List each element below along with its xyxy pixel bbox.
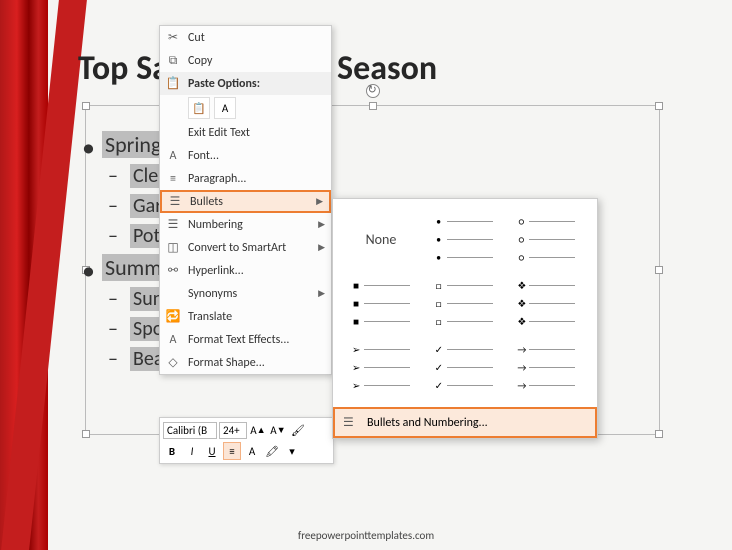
resize-handle[interactable]	[655, 102, 663, 110]
more-button[interactable]: ▾	[283, 442, 301, 460]
mini-toolbar: Calibri (B 24+ A▲ A▼ 🖌 B I U ≡ A 🖍 ▾	[159, 417, 334, 464]
decorative-ribbon	[0, 0, 48, 550]
chevron-right-icon: ▶	[318, 288, 325, 299]
list-item: Spring	[102, 131, 164, 158]
hyperlink-icon: ⚯	[164, 262, 182, 280]
font-icon: A	[164, 147, 182, 165]
format-painter-button[interactable]: 🖌	[289, 421, 307, 439]
translate-item[interactable]: 🔁Translate	[160, 305, 331, 328]
bullet-style-circle[interactable]: ○ ○ ○	[510, 211, 582, 267]
resize-handle[interactable]	[369, 102, 377, 110]
paragraph-icon: ≡	[164, 170, 182, 188]
bullet-style-diamond[interactable]: ❖ ❖ ❖	[510, 275, 582, 331]
bullet-style-square-hollow[interactable]: □ □ □	[428, 275, 500, 331]
chevron-right-icon: ▶	[318, 219, 325, 230]
paste-option-1[interactable]: 📋	[188, 97, 210, 119]
cut-item[interactable]: ✂Cut	[160, 26, 331, 49]
paste-option-2[interactable]: A	[214, 97, 236, 119]
text-effects-icon: A	[164, 331, 182, 349]
font-color-button[interactable]: A	[243, 442, 261, 460]
numbering-icon: ☰	[164, 216, 182, 234]
italic-button[interactable]: I	[183, 442, 201, 460]
bullets-icon: ☰	[166, 193, 184, 211]
numbering-item[interactable]: ☰Numbering▶	[160, 213, 331, 236]
shrink-font-button[interactable]: A▼	[269, 421, 287, 439]
bullets-icon: ☰	[343, 415, 359, 430]
bullets-and-numbering-item[interactable]: ☰ Bullets and Numbering...	[333, 407, 597, 438]
watermark: freepowerpointtemplates.com	[0, 529, 732, 542]
smartart-item[interactable]: ◫Convert to SmartArt▶	[160, 236, 331, 259]
grow-font-button[interactable]: A▲	[249, 421, 267, 439]
resize-handle[interactable]	[655, 430, 663, 438]
bold-button[interactable]: B	[163, 442, 181, 460]
align-button[interactable]: ≡	[223, 442, 241, 460]
bullet-style-square-filled[interactable]: ■ ■ ■	[345, 275, 417, 331]
flyout-footer-label: Bullets and Numbering...	[367, 416, 488, 430]
font-size-input[interactable]: 24+	[219, 422, 247, 439]
copy-item[interactable]: ⧉Copy	[160, 49, 331, 72]
paste-options-row: 📋 A	[160, 95, 331, 121]
rotate-handle[interactable]	[366, 84, 380, 98]
bullet-style-disc[interactable]: • • •	[428, 211, 500, 267]
context-menu: ✂Cut ⧉Copy 📋Paste Options: 📋 A Exit Edit…	[159, 25, 332, 375]
bullet-style-check[interactable]: ✓ ✓ ✓	[428, 339, 500, 395]
copy-icon: ⧉	[164, 52, 182, 70]
chevron-right-icon: ▶	[316, 196, 323, 207]
font-name-input[interactable]: Calibri (B	[163, 422, 217, 439]
paste-options-heading: 📋Paste Options:	[160, 72, 331, 95]
underline-button[interactable]: U	[203, 442, 221, 460]
shape-icon: ◇	[164, 354, 182, 372]
paragraph-item[interactable]: ≡Paragraph...	[160, 167, 331, 190]
bullet-style-none[interactable]: None	[345, 211, 417, 267]
scissors-icon: ✂	[164, 29, 182, 47]
smartart-icon: ◫	[164, 239, 182, 257]
resize-handle[interactable]	[655, 266, 663, 274]
clipboard-icon: 📋	[164, 75, 182, 93]
chevron-right-icon: ▶	[318, 242, 325, 253]
exit-edit-text-item[interactable]: Exit Edit Text	[160, 121, 331, 144]
highlight-button[interactable]: 🖍	[263, 442, 281, 460]
hyperlink-item[interactable]: ⚯Hyperlink...	[160, 259, 331, 282]
font-item[interactable]: AFont...	[160, 144, 331, 167]
bullets-flyout: None • • • ○ ○ ○ ■ ■ ■ □ □ □ ❖ ❖ ❖ ➢ ➢	[332, 198, 598, 439]
translate-icon: 🔁	[164, 308, 182, 326]
text-effects-item[interactable]: AFormat Text Effects...	[160, 328, 331, 351]
format-shape-item[interactable]: ◇Format Shape...	[160, 351, 331, 374]
bullet-style-arrowhead[interactable]: ➢ ➢ ➢	[345, 339, 417, 395]
resize-handle[interactable]	[82, 430, 90, 438]
resize-handle[interactable]	[82, 102, 90, 110]
bullet-style-arrow[interactable]: → → →	[510, 339, 582, 395]
synonyms-item[interactable]: Synonyms▶	[160, 282, 331, 305]
bullets-item[interactable]: ☰Bullets▶	[160, 190, 331, 213]
